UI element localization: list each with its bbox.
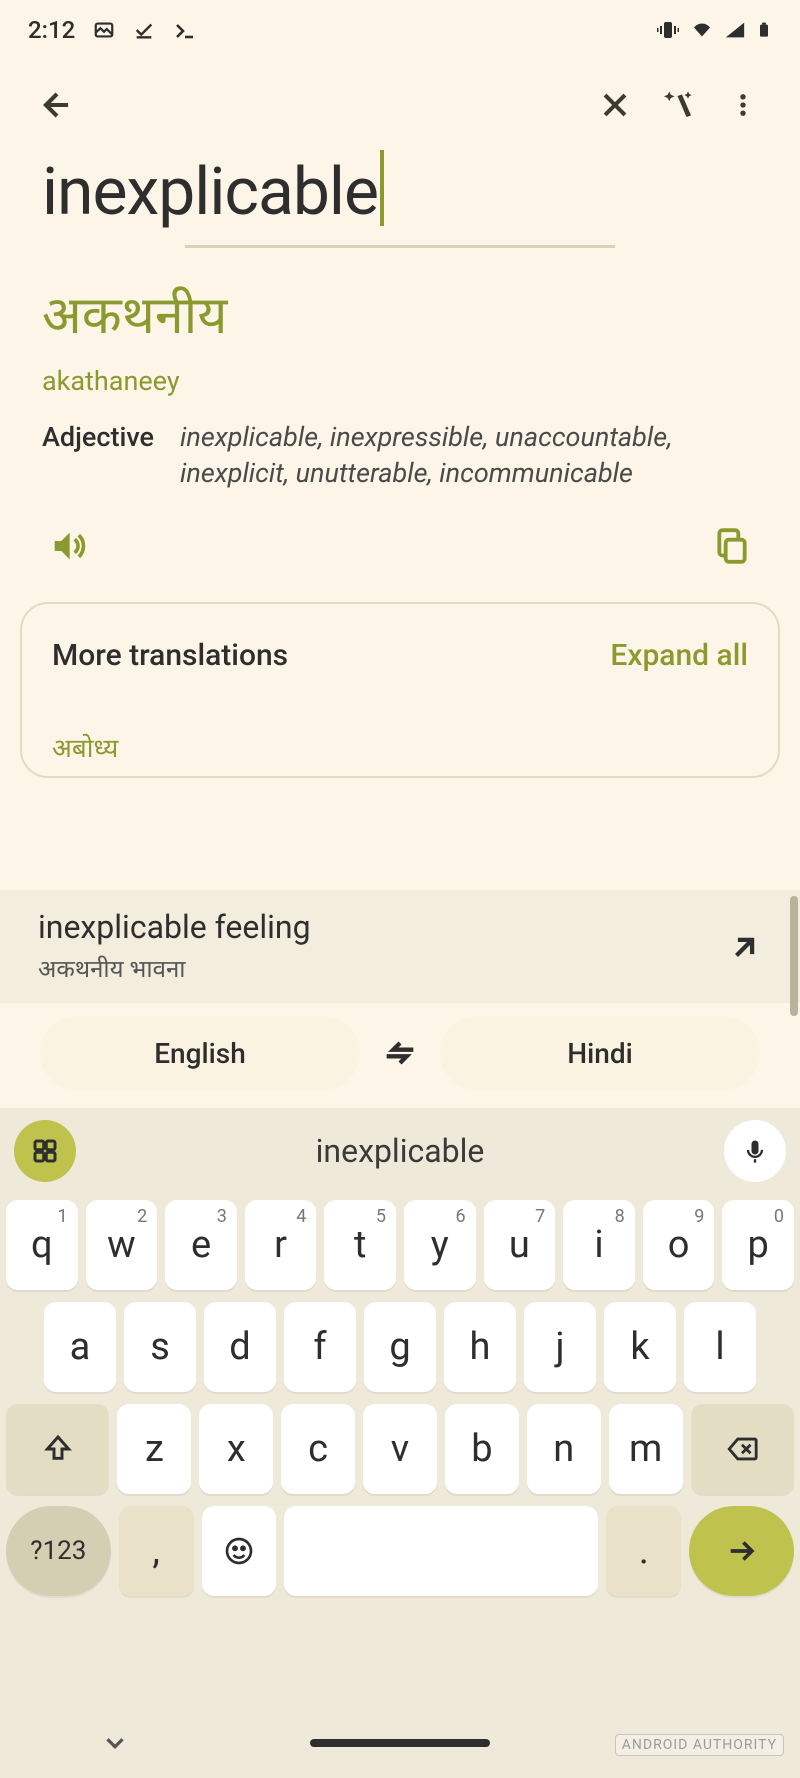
source-text: inexplicable bbox=[42, 154, 378, 231]
key-g[interactable]: g bbox=[364, 1302, 436, 1392]
transliteration: akathaneey bbox=[42, 365, 758, 397]
key-z[interactable]: z bbox=[117, 1404, 191, 1494]
vibrate-icon bbox=[656, 18, 680, 42]
more-button[interactable] bbox=[716, 78, 770, 132]
key-m[interactable]: m bbox=[609, 1404, 683, 1494]
key-n[interactable]: n bbox=[527, 1404, 601, 1494]
key-u[interactable]: u7 bbox=[484, 1200, 556, 1290]
key-w[interactable]: w2 bbox=[86, 1200, 158, 1290]
source-language-chip[interactable]: English bbox=[40, 1016, 360, 1090]
copy-button[interactable] bbox=[706, 520, 758, 572]
more-translation-item[interactable]: अबोध्य bbox=[52, 729, 748, 765]
image-icon bbox=[93, 19, 115, 41]
watermark: ANDROID AUTHORITY bbox=[615, 1734, 784, 1756]
keyboard: inexplicable q1w2e3r4t5y6u7i8o9p0 asdfgh… bbox=[0, 1108, 800, 1778]
key-p[interactable]: p0 bbox=[722, 1200, 794, 1290]
key-c[interactable]: c bbox=[281, 1404, 355, 1494]
voice-input-button[interactable] bbox=[724, 1120, 786, 1182]
period-key[interactable]: . bbox=[606, 1506, 681, 1596]
back-button[interactable] bbox=[30, 78, 84, 132]
key-b[interactable]: b bbox=[445, 1404, 519, 1494]
home-handle[interactable] bbox=[310, 1739, 490, 1747]
hide-keyboard-button[interactable] bbox=[100, 1728, 130, 1758]
translation-result: अकथनीय akathaneey Adjective inexplicable… bbox=[0, 248, 800, 492]
keyboard-suggestion-word[interactable]: inexplicable bbox=[86, 1132, 714, 1170]
status-bar: 2:12 bbox=[0, 0, 800, 60]
emoji-key[interactable] bbox=[202, 1506, 277, 1596]
speak-button[interactable] bbox=[42, 520, 94, 572]
key-q[interactable]: q1 bbox=[6, 1200, 78, 1290]
text-cursor bbox=[380, 150, 384, 226]
generate-icon[interactable] bbox=[652, 78, 706, 132]
key-j[interactable]: j bbox=[524, 1302, 596, 1392]
shift-key[interactable] bbox=[6, 1404, 109, 1494]
insert-suggestion-icon[interactable] bbox=[728, 930, 762, 964]
key-k[interactable]: k bbox=[604, 1302, 676, 1392]
battery-icon bbox=[756, 18, 772, 42]
part-of-speech: Adjective bbox=[42, 419, 154, 492]
backspace-key[interactable] bbox=[691, 1404, 794, 1494]
phrase-suggestion[interactable]: inexplicable feeling अकथनीय भावना bbox=[0, 890, 800, 1003]
clear-button[interactable] bbox=[588, 78, 642, 132]
more-translations-title: More translations bbox=[52, 638, 288, 673]
key-i[interactable]: i8 bbox=[563, 1200, 635, 1290]
key-t[interactable]: t5 bbox=[324, 1200, 396, 1290]
suggestion-secondary: अकथनीय भावना bbox=[38, 952, 311, 985]
key-y[interactable]: y6 bbox=[404, 1200, 476, 1290]
keyboard-keys: q1w2e3r4t5y6u7i8o9p0 asdfghjkl zxcvbnm ?… bbox=[0, 1194, 800, 1620]
more-translations-card: More translations Expand all अबोध्य bbox=[20, 602, 780, 778]
expand-all-button[interactable]: Expand all bbox=[610, 638, 748, 673]
enter-key[interactable] bbox=[689, 1506, 794, 1596]
key-l[interactable]: l bbox=[684, 1302, 756, 1392]
target-script: अकथनीय bbox=[42, 278, 758, 349]
status-left: 2:12 bbox=[28, 16, 195, 44]
comma-key[interactable]: , bbox=[119, 1506, 194, 1596]
key-a[interactable]: a bbox=[44, 1302, 116, 1392]
key-d[interactable]: d bbox=[204, 1302, 276, 1392]
key-o[interactable]: o9 bbox=[643, 1200, 715, 1290]
key-v[interactable]: v bbox=[363, 1404, 437, 1494]
app-bar bbox=[0, 60, 800, 150]
translation-actions bbox=[0, 492, 800, 592]
clock: 2:12 bbox=[28, 16, 75, 44]
terminal-icon bbox=[173, 19, 195, 41]
scrollbar[interactable] bbox=[790, 896, 798, 1016]
keyboard-suggestion-strip: inexplicable bbox=[0, 1108, 800, 1194]
key-r[interactable]: r4 bbox=[245, 1200, 317, 1290]
wifi-icon bbox=[690, 18, 714, 42]
key-s[interactable]: s bbox=[124, 1302, 196, 1392]
synonyms: inexplicable, inexpressible, unaccountab… bbox=[180, 419, 758, 492]
symbols-key[interactable]: ?123 bbox=[6, 1506, 111, 1596]
suggestion-primary: inexplicable feeling bbox=[38, 908, 311, 946]
key-h[interactable]: h bbox=[444, 1302, 516, 1392]
checkmark-icon bbox=[133, 19, 155, 41]
signal-icon bbox=[724, 19, 746, 41]
key-x[interactable]: x bbox=[199, 1404, 273, 1494]
language-selector-row: English Hindi bbox=[0, 1016, 800, 1090]
space-key[interactable] bbox=[284, 1506, 598, 1596]
key-e[interactable]: e3 bbox=[165, 1200, 237, 1290]
status-right bbox=[656, 18, 772, 42]
source-input-area[interactable]: inexplicable bbox=[0, 150, 800, 231]
target-language-chip[interactable]: Hindi bbox=[440, 1016, 760, 1090]
keyboard-toolbar-button[interactable] bbox=[14, 1120, 76, 1182]
key-f[interactable]: f bbox=[284, 1302, 356, 1392]
swap-languages-button[interactable] bbox=[380, 1033, 420, 1073]
